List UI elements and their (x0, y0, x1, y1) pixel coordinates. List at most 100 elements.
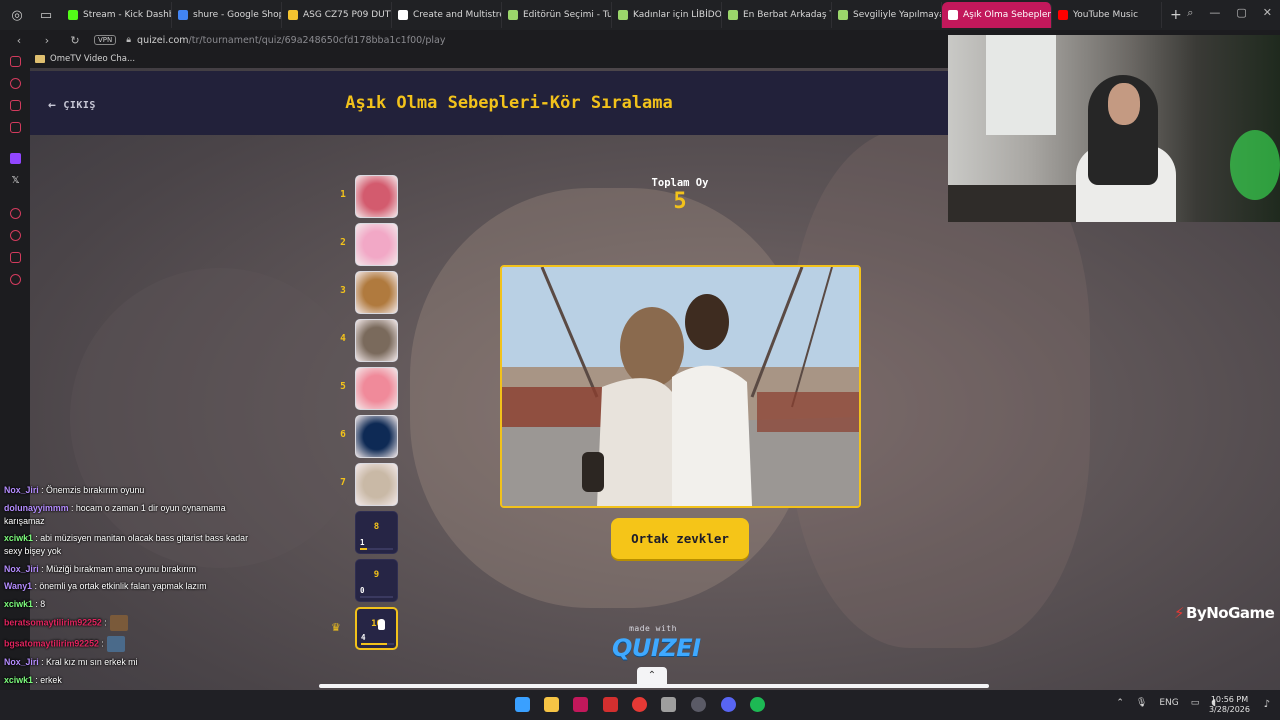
file-explorer-icon[interactable] (544, 697, 559, 712)
back-icon[interactable]: ‹ (10, 34, 28, 47)
settings-icon[interactable] (10, 274, 21, 285)
browser-tab[interactable]: Create and Multistrea (392, 2, 502, 28)
tab-favicon-icon (948, 10, 958, 20)
vote-label: Toplam Oy (651, 177, 709, 189)
tab-favicon-icon (508, 10, 518, 20)
rank-row: 6 (335, 415, 405, 459)
minimize-button[interactable]: — (1209, 6, 1220, 20)
rank-row: 3 (335, 271, 405, 315)
rank-slot-filled[interactable] (355, 367, 398, 410)
player-icon[interactable] (10, 208, 21, 219)
maximize-button[interactable]: ▢ (1236, 6, 1246, 20)
bookmark-ometv[interactable]: OmeTV Video Cha... (35, 54, 135, 64)
media-player-icon[interactable] (632, 697, 647, 712)
extensions-icon[interactable] (10, 252, 21, 263)
quizei-logo[interactable]: QUIZEI (612, 634, 701, 662)
rank-row: 7 (335, 463, 405, 507)
vpn-badge[interactable]: VPN (94, 35, 117, 45)
rank-number: 3 (340, 285, 346, 296)
search-tabs-icon[interactable]: ⌕ (1187, 6, 1193, 20)
browser-tab[interactable]: shure - Google Shopp (172, 2, 282, 28)
spotify-icon[interactable] (750, 697, 765, 712)
chat-username: Wany1 (4, 581, 33, 591)
wallet-icon[interactable] (10, 122, 21, 133)
rank-slot-filled[interactable] (355, 175, 398, 218)
rank-number: 1 (340, 189, 346, 200)
windows-start-icon[interactable] (515, 697, 530, 712)
tab-overview-icon[interactable]: ▭ (34, 3, 58, 27)
browser-tab[interactable]: Aşık Olma Sebepleri-K (942, 2, 1052, 28)
question-image (500, 265, 861, 508)
rank-slot-filled[interactable] (355, 463, 398, 506)
made-with-label: made with (629, 624, 677, 633)
tab-label: Stream - Kick Dashbo (83, 10, 172, 20)
chat-username: xciwk1 (4, 674, 33, 685)
browser-tab[interactable]: Editörün Seçimi - Tur (502, 2, 612, 28)
taskbar-clock[interactable]: 10:56 PM 3/28/2026 (1209, 695, 1250, 715)
lock-icon[interactable]: 🔒︎ (126, 35, 131, 45)
slot-vote-bar-fill (361, 643, 388, 645)
browser-tab[interactable]: ASG CZ75 P09 DUTY (282, 2, 392, 28)
clock-date: 3/28/2026 (1208, 705, 1250, 714)
chat-avatar (109, 615, 128, 631)
webcam-window (986, 35, 1056, 135)
close-window-button[interactable]: ✕ (1263, 6, 1272, 20)
history-icon[interactable] (10, 78, 21, 89)
messenger-icon[interactable] (10, 100, 21, 111)
speed-dial-icon[interactable] (10, 56, 21, 67)
browser-tab[interactable]: Kadınlar için LİBİDO a (612, 2, 722, 28)
browser-menu-icon[interactable]: ◎ (5, 3, 29, 27)
rank-slot-current[interactable]: 10 4 (355, 607, 398, 650)
bynogame-logo: ⚡ ByNoGame (1174, 604, 1275, 622)
webcam-keyboard (948, 185, 1088, 222)
opera-gx-icon[interactable] (573, 697, 588, 712)
twitch-icon[interactable] (10, 153, 21, 164)
browser-tab[interactable]: YouTube Music (1052, 2, 1162, 28)
rank-slot-filled[interactable] (355, 415, 398, 458)
slot-number: 10 (371, 619, 382, 629)
notification-icon[interactable]: ♪ (1264, 699, 1270, 710)
app-icon[interactable] (661, 697, 676, 712)
chevron-up-icon[interactable]: ⌃ (1116, 698, 1124, 708)
chat-message: Nox_Jiri : Önemzis bırakırım oyunu (4, 484, 254, 497)
rank-slot-filled[interactable] (355, 223, 398, 266)
scroll-up-button[interactable]: ⌃ (637, 667, 667, 685)
browser-tab[interactable]: Sevgiliyle Yapılmayac (832, 2, 942, 28)
browser-tab[interactable]: En Berbat Arkadaş T (722, 2, 832, 28)
language-indicator[interactable]: ENG (1159, 698, 1178, 708)
network-icon[interactable]: ▭ (1191, 698, 1200, 708)
horizontal-scrollbar[interactable] (319, 684, 989, 688)
chat-text: : (104, 617, 107, 628)
chat-message: Nox_Jiri : Kral kız mı sın erkek mi (4, 656, 254, 669)
obs-icon[interactable] (603, 697, 618, 712)
browser-tab[interactable]: Stream - Kick Dashbo (62, 2, 172, 28)
url-field[interactable]: quizei.com/tr/tournament/quiz/69a248650c… (137, 35, 445, 46)
rank-number: 5 (340, 381, 346, 392)
rank-slot-filled[interactable] (355, 319, 398, 362)
bolt-icon: ⚡ (1174, 604, 1185, 622)
taskbar: ⌃ 🎙︎ ENG ▭ ◖ 10:56 PM 3/28/2026 ♪ (0, 690, 1280, 720)
microphone-icon[interactable]: 🎙︎ (1136, 698, 1147, 708)
steam-icon[interactable] (691, 697, 706, 712)
chat-message: Nox_Jiri : Müziği bırakmam ama oyunu bır… (4, 563, 254, 576)
tab-label: shure - Google Shopp (193, 10, 282, 20)
browser-tab-strip: ◎ ▭ Stream - Kick Dashbo shure - Google S… (0, 0, 1280, 30)
chat-message: Wany1 : önemli ya ortak etkinlik falan y… (4, 580, 254, 593)
chat-username: beratsomaytilirim92252 (4, 617, 102, 628)
folder-icon (35, 55, 45, 63)
slot-vote-count: 1 (360, 538, 365, 547)
x-icon[interactable]: 𝕏 (10, 175, 21, 186)
chat-text: : Müziği bırakmam ama oyunu bırakırım (41, 563, 197, 574)
rank-slot-empty[interactable]: 90 (355, 559, 398, 602)
reload-icon[interactable]: ↻ (66, 34, 84, 47)
chat-username: Nox_Jiri (4, 657, 39, 667)
rank-row: 90 (335, 559, 405, 603)
rank-slot-filled[interactable] (355, 271, 398, 314)
clock-icon[interactable] (10, 230, 21, 241)
answer-button[interactable]: Ortak zevkler (611, 518, 749, 559)
discord-icon[interactable] (721, 697, 736, 712)
couple-photo (502, 267, 859, 506)
rank-slot-empty[interactable]: 81 (355, 511, 398, 554)
tab-list: Stream - Kick Dashbo shure - Google Shopp… (62, 0, 1162, 30)
forward-icon[interactable]: › (38, 34, 56, 47)
